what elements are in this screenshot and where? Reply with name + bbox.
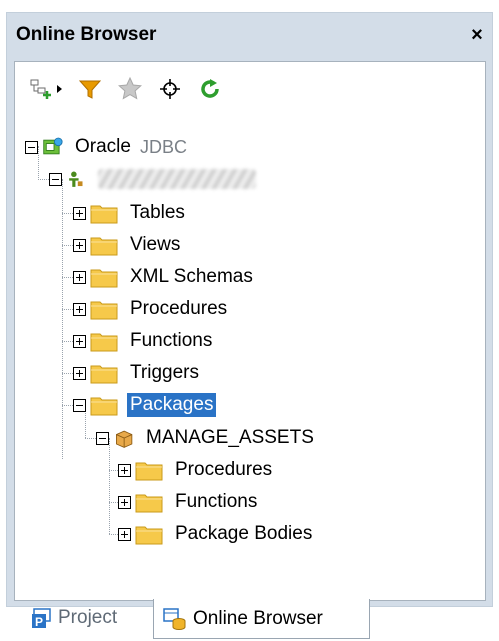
tree-node-schema[interactable] (49, 164, 256, 194)
folder-icon (135, 494, 163, 513)
database-connection-icon (43, 137, 63, 155)
tree-node-label: Tables (130, 202, 185, 223)
collapse-toggle[interactable] (96, 431, 109, 445)
schema-user-icon (69, 171, 83, 187)
tree-node-label: Functions (130, 330, 213, 351)
online-browser-panel: Online Browser × Oracle JDBC Tables View… (6, 12, 493, 639)
expand-toggle[interactable] (73, 206, 86, 220)
tree-node-label: Package Bodies (175, 523, 313, 544)
tree-node-package-procedures[interactable]: Procedures (118, 455, 275, 485)
svg-text:P: P (35, 615, 43, 629)
expand-toggle[interactable] (118, 495, 131, 509)
tab-online-browser[interactable]: Online Browser (153, 599, 370, 639)
tree-node-label: Procedures (175, 459, 273, 480)
folder-open-icon (90, 397, 118, 416)
tree-node-label-selected: Packages (127, 393, 217, 417)
expand-toggle[interactable] (73, 238, 86, 252)
collapse-toggle[interactable] (49, 172, 62, 186)
expand-toggle[interactable] (73, 334, 86, 348)
tree-node-manage-assets[interactable]: MANAGE_ASSETS (96, 423, 317, 453)
schema-name-redacted (98, 169, 256, 189)
package-icon (116, 430, 133, 448)
close-button[interactable]: × (466, 23, 488, 47)
folder-icon (90, 237, 118, 256)
tab-strip: P Project Online Browser (7, 599, 492, 641)
tree-node-views[interactable]: Views (73, 230, 183, 260)
tree: Oracle JDBC Tables Views XML Schemas Pro… (15, 62, 485, 600)
folder-icon (135, 526, 163, 545)
panel-title: Online Browser (16, 24, 157, 45)
tree-node-xml-schemas[interactable]: XML Schemas (73, 262, 256, 292)
online-browser-icon (163, 607, 186, 630)
collapse-toggle[interactable] (73, 398, 86, 412)
tab-label: Project (58, 607, 118, 628)
connection-type-label: JDBC (139, 136, 187, 157)
tree-node-package-functions[interactable]: Functions (118, 487, 260, 517)
tree-node-package-bodies[interactable]: Package Bodies (118, 519, 315, 549)
panel-titlebar: Online Browser × (7, 13, 492, 59)
tree-node-triggers[interactable]: Triggers (73, 358, 202, 388)
tree-node-procedures[interactable]: Procedures (73, 294, 230, 324)
tree-node-label: Functions (175, 491, 258, 512)
tree-node-label: XML Schemas (130, 266, 253, 287)
tree-node-label: Procedures (130, 298, 228, 319)
folder-icon (90, 301, 118, 320)
folder-icon (90, 269, 118, 288)
expand-toggle[interactable] (73, 366, 86, 380)
tab-label: Online Browser (193, 607, 323, 629)
folder-icon (90, 365, 118, 384)
tree-node-label: Oracle (75, 136, 131, 157)
expand-toggle[interactable] (118, 463, 131, 477)
folder-icon (90, 205, 118, 224)
project-icon: P (32, 608, 51, 629)
tree-node-oracle[interactable]: Oracle JDBC (25, 132, 187, 162)
expand-toggle[interactable] (118, 527, 131, 541)
tree-node-functions[interactable]: Functions (73, 326, 215, 356)
tab-project[interactable]: P Project (23, 601, 153, 635)
tree-view: Oracle JDBC Tables Views XML Schemas Pro… (14, 61, 486, 601)
tree-node-label: Views (130, 234, 181, 255)
collapse-toggle[interactable] (25, 140, 38, 154)
expand-toggle[interactable] (73, 270, 86, 284)
expand-toggle[interactable] (73, 302, 86, 316)
tree-node-packages[interactable]: Packages (73, 390, 217, 420)
folder-icon (90, 333, 118, 352)
tree-node-label: MANAGE_ASSETS (146, 427, 314, 448)
folder-icon (135, 462, 163, 481)
tree-node-tables[interactable]: Tables (73, 198, 188, 228)
tree-node-label: Triggers (130, 362, 199, 383)
